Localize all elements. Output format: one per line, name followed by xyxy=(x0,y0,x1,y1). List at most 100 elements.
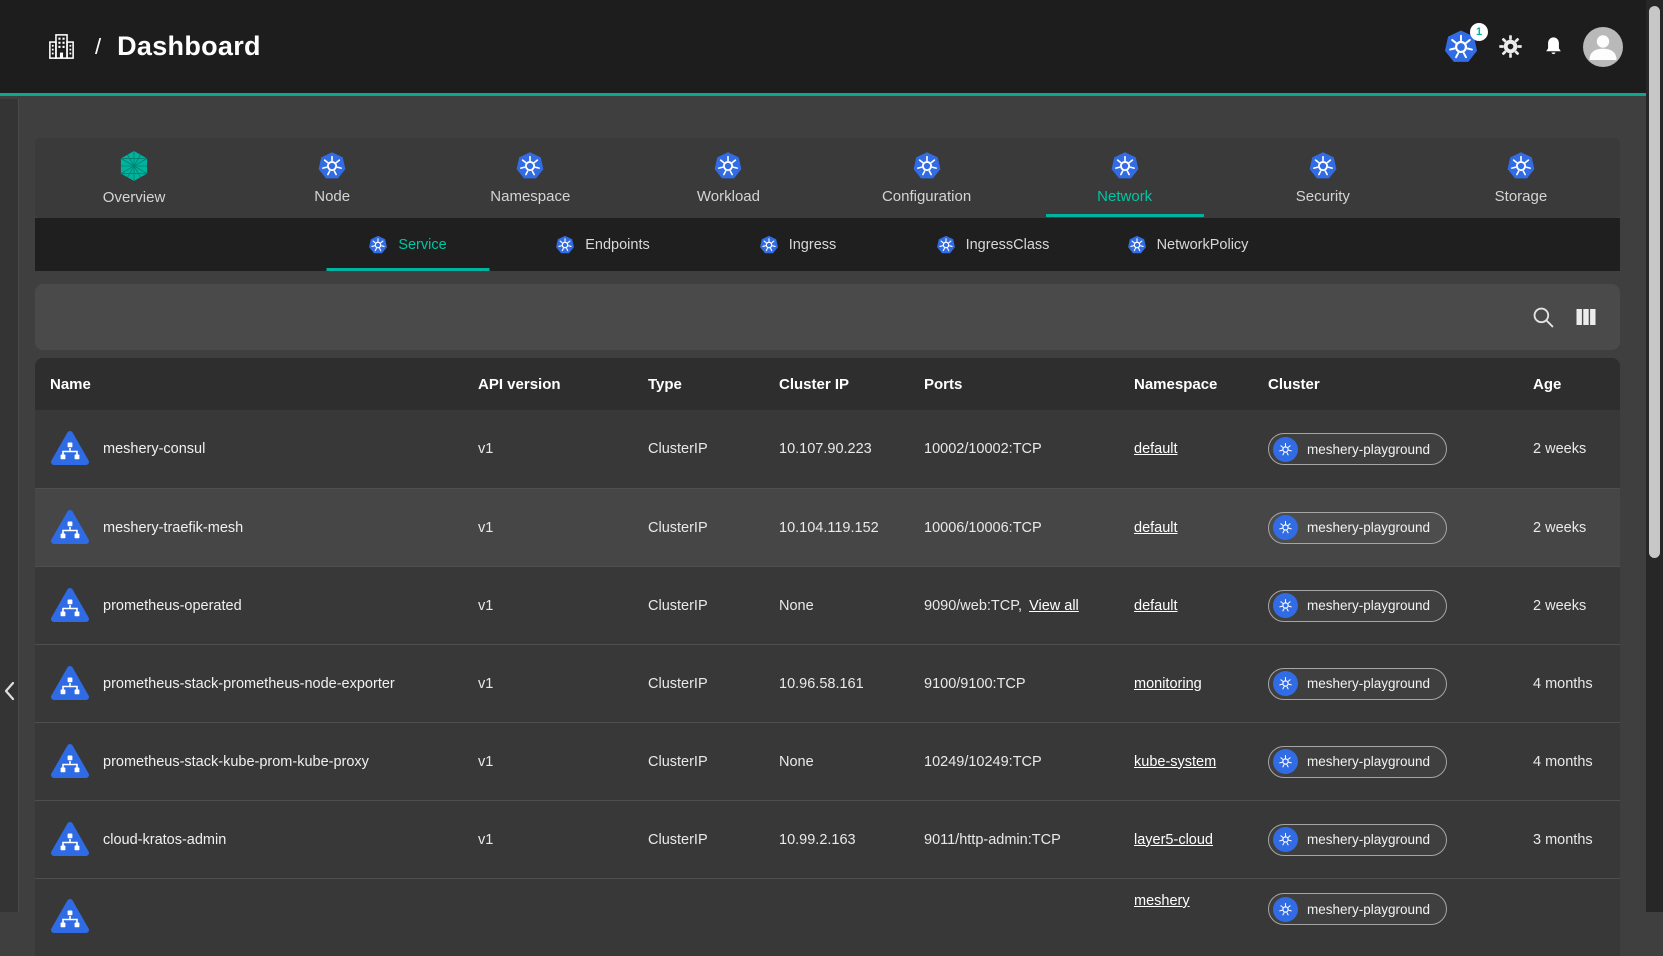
service-name: prometheus-operated xyxy=(103,598,242,614)
cluster-chip[interactable]: meshery-playground xyxy=(1268,824,1447,856)
cluster-chip[interactable]: meshery-playground xyxy=(1268,893,1447,925)
view-columns-icon[interactable] xyxy=(1574,305,1598,329)
kubernetes-icon xyxy=(368,235,388,255)
subtab-ingressclass[interactable]: IngressClass xyxy=(895,218,1090,271)
age-cell: 2 weeks xyxy=(1533,441,1620,457)
table-row[interactable]: meshery-traefik-mesh v1 ClusterIP 10.104… xyxy=(35,488,1620,566)
namespace-link[interactable]: default xyxy=(1134,520,1178,536)
cluster-name: meshery-playground xyxy=(1307,754,1430,769)
settings-gear-icon[interactable] xyxy=(1497,33,1524,60)
tab-overview[interactable]: Overview xyxy=(35,138,233,218)
notifications-bell-icon[interactable] xyxy=(1541,34,1566,59)
type-cell: ClusterIP xyxy=(648,832,779,848)
name-cell: prometheus-stack-kube-prom-kube-proxy xyxy=(50,742,478,782)
service-icon xyxy=(50,508,90,548)
kubernetes-icon xyxy=(759,235,779,255)
table-row[interactable]: prometheus-operated v1 ClusterIP None 90… xyxy=(35,566,1620,644)
chevron-left-icon[interactable] xyxy=(1,676,18,706)
namespace-cell: meshery xyxy=(1134,879,1268,909)
cluster-ip-cell: 10.96.58.161 xyxy=(779,676,924,692)
column-header[interactable]: Name xyxy=(50,376,478,393)
column-header[interactable]: Type xyxy=(648,376,779,393)
age-cell: 2 weeks xyxy=(1533,598,1620,614)
cluster-ip-cell xyxy=(779,879,924,893)
tab-node[interactable]: Node xyxy=(233,138,431,218)
namespace-cell: default xyxy=(1134,598,1268,614)
subtab-label: Ingress xyxy=(789,237,837,253)
tab-configuration[interactable]: Configuration xyxy=(828,138,1026,218)
table-row[interactable]: prometheus-stack-prometheus-node-exporte… xyxy=(35,644,1620,722)
ports-cell xyxy=(924,879,1134,893)
tab-label: Node xyxy=(314,188,350,205)
cluster-chip[interactable]: meshery-playground xyxy=(1268,746,1447,778)
kubernetes-icon xyxy=(1127,235,1147,255)
cluster-cell: meshery-playground xyxy=(1268,746,1533,778)
subtab-networkpolicy[interactable]: NetworkPolicy xyxy=(1090,218,1285,271)
cluster-name: meshery-playground xyxy=(1307,598,1430,613)
table-body: meshery-consul v1 ClusterIP 10.107.90.22… xyxy=(35,410,1620,956)
namespace-cell: kube-system xyxy=(1134,754,1268,770)
context-count-badge: 1 xyxy=(1470,23,1488,41)
type-cell xyxy=(648,879,779,893)
service-name: prometheus-stack-prometheus-node-exporte… xyxy=(103,676,395,692)
tab-security[interactable]: Security xyxy=(1224,138,1422,218)
subtab-label: Endpoints xyxy=(585,237,650,253)
namespace-link[interactable]: layer5-cloud xyxy=(1134,832,1213,848)
table-row[interactable]: meshery-consul v1 ClusterIP 10.107.90.22… xyxy=(35,410,1620,488)
namespace-cell: default xyxy=(1134,441,1268,457)
namespace-link[interactable]: default xyxy=(1134,598,1178,614)
tab-label: Configuration xyxy=(882,188,971,205)
meshery-icon xyxy=(118,150,150,182)
age-cell: 2 weeks xyxy=(1533,520,1620,536)
age-cell: 4 months xyxy=(1533,676,1620,692)
tab-label: Namespace xyxy=(490,188,570,205)
column-header[interactable]: Cluster xyxy=(1268,376,1533,393)
user-avatar[interactable] xyxy=(1583,27,1623,67)
cluster-chip[interactable]: meshery-playground xyxy=(1268,668,1447,700)
name-cell: cloud-kratos-admin xyxy=(50,820,478,860)
search-icon[interactable] xyxy=(1530,304,1556,330)
namespace-link[interactable]: meshery xyxy=(1134,893,1190,909)
tab-workload[interactable]: Workload xyxy=(629,138,827,218)
kubernetes-icon xyxy=(936,235,956,255)
tab-namespace[interactable]: Namespace xyxy=(431,138,629,218)
column-header[interactable]: Ports xyxy=(924,376,1134,393)
ports-value: 9011/http-admin:TCP xyxy=(924,832,1061,848)
column-header[interactable]: Namespace xyxy=(1134,376,1268,393)
view-all-link[interactable]: View all xyxy=(1029,598,1079,614)
subtab-label: IngressClass xyxy=(966,237,1050,253)
cluster-chip[interactable]: meshery-playground xyxy=(1268,590,1447,622)
page-scrollbar-thumb[interactable] xyxy=(1649,6,1660,558)
subtab-ingress[interactable]: Ingress xyxy=(700,218,895,271)
cluster-chip[interactable]: meshery-playground xyxy=(1268,433,1447,465)
column-header[interactable]: API version xyxy=(478,376,648,393)
cluster-chip[interactable]: meshery-playground xyxy=(1268,512,1447,544)
age-cell: 4 months xyxy=(1533,754,1620,770)
organization-building-icon[interactable] xyxy=(46,31,77,62)
kubernetes-icon xyxy=(555,235,575,255)
tab-network[interactable]: Network xyxy=(1026,138,1224,218)
service-icon xyxy=(50,897,90,937)
cluster-name: meshery-playground xyxy=(1307,902,1430,917)
subtab-endpoints[interactable]: Endpoints xyxy=(505,218,700,271)
namespace-link[interactable]: monitoring xyxy=(1134,676,1202,692)
name-cell: meshery-consul xyxy=(50,429,478,469)
table-row[interactable]: cloud-kratos-admin v1 ClusterIP 10.99.2.… xyxy=(35,800,1620,878)
kubernetes-context-button[interactable]: 1 xyxy=(1442,29,1480,65)
tab-storage[interactable]: Storage xyxy=(1422,138,1620,218)
column-header[interactable]: Cluster IP xyxy=(779,376,924,393)
subtab-service[interactable]: Service xyxy=(310,218,505,271)
table-row[interactable]: meshery meshery-playground xyxy=(35,878,1620,956)
tab-label: Security xyxy=(1296,188,1350,205)
kubernetes-icon xyxy=(1273,593,1298,618)
api-version-cell: v1 xyxy=(478,520,648,536)
column-header[interactable]: Age xyxy=(1533,376,1620,393)
table-row[interactable]: prometheus-stack-kube-prom-kube-proxy v1… xyxy=(35,722,1620,800)
kubernetes-icon xyxy=(515,151,545,181)
tab-label: Workload xyxy=(697,188,760,205)
type-cell: ClusterIP xyxy=(648,441,779,457)
kubernetes-icon xyxy=(713,151,743,181)
namespace-link[interactable]: default xyxy=(1134,441,1178,457)
namespace-link[interactable]: kube-system xyxy=(1134,754,1216,770)
name-cell: meshery-traefik-mesh xyxy=(50,508,478,548)
